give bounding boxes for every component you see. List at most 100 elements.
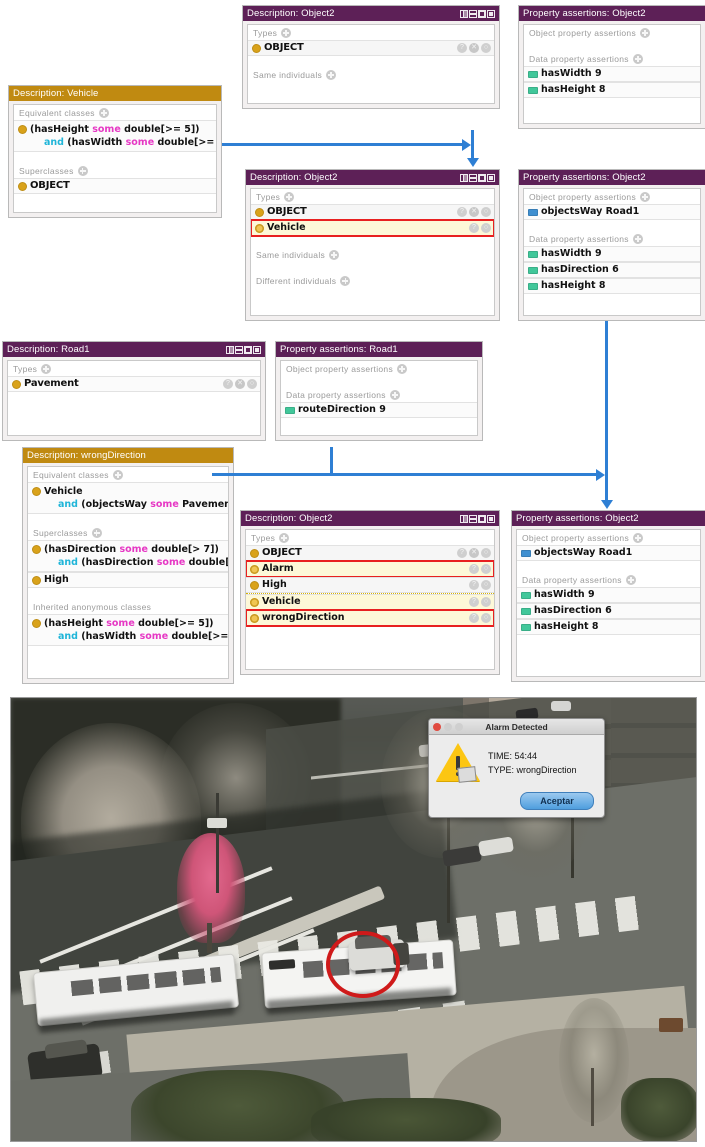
help-icon[interactable]: ? [457, 207, 467, 217]
help-icon[interactable]: ? [469, 613, 479, 623]
maximize-icon[interactable] [478, 514, 486, 523]
object-property-row[interactable]: objectsWay Road1 [517, 545, 700, 561]
add-icon[interactable] [632, 54, 643, 64]
panel-wrongdirection-description[interactable]: Description: wrongDirection Equivalent c… [22, 447, 234, 684]
row-buttons[interactable]: ? ○ [469, 613, 491, 623]
collapse-icon[interactable] [469, 514, 477, 523]
detach-icon[interactable] [487, 9, 495, 18]
edit-icon[interactable]: ○ [247, 379, 257, 389]
type-row-alarm[interactable]: Alarm ? ○ [246, 560, 494, 578]
edit-icon[interactable]: ○ [481, 564, 491, 574]
maximize-icon[interactable] [244, 345, 252, 354]
superclass-row-high[interactable]: High [28, 572, 228, 588]
add-icon[interactable] [279, 533, 290, 543]
delete-icon[interactable]: ✕ [469, 207, 479, 217]
row-buttons[interactable]: ? ✕ ○ [457, 207, 491, 217]
add-icon[interactable] [340, 276, 351, 286]
superclass-row[interactable]: OBJECT [14, 178, 216, 194]
help-icon[interactable]: ? [469, 580, 479, 590]
add-icon[interactable] [281, 28, 292, 38]
split-view-icon[interactable] [460, 9, 468, 18]
add-icon[interactable] [284, 192, 295, 202]
panel-object2-properties-mid[interactable]: Property assertions: Object2 Object prop… [518, 169, 705, 321]
equivalent-class-row[interactable]: (hasHeight some double[>= 5]) and (hasWi… [14, 120, 216, 152]
add-icon[interactable] [389, 390, 400, 400]
accept-button[interactable]: Aceptar [520, 792, 594, 810]
collapse-icon[interactable] [235, 345, 243, 354]
type-row-object[interactable]: OBJECT ? ✕ ○ [251, 204, 494, 220]
row-buttons[interactable]: ? ○ [469, 580, 491, 590]
add-icon[interactable] [98, 108, 109, 118]
equivalent-class-row[interactable]: Vehicle and (objectsWay some Pavement) [28, 482, 228, 514]
type-row-pavement[interactable]: Pavement ? ✕ ○ [8, 376, 260, 392]
type-row-object[interactable]: OBJECT ? ✕ ○ [248, 40, 494, 56]
edit-icon[interactable]: ○ [481, 597, 491, 607]
superclass-row-direction[interactable]: (hasDirection some double[> 7]) and (has… [28, 540, 228, 572]
type-row-vehicle[interactable]: Vehicle ? ○ [251, 219, 494, 237]
collapse-icon[interactable] [469, 9, 477, 18]
add-icon[interactable] [397, 364, 408, 374]
row-buttons[interactable]: ? ○ [469, 597, 491, 607]
delete-icon[interactable]: ✕ [469, 548, 479, 558]
data-property-row[interactable]: hasDirection 6 [524, 262, 700, 278]
add-icon[interactable] [633, 533, 644, 543]
add-icon[interactable] [625, 575, 636, 585]
detach-icon[interactable] [253, 345, 261, 354]
split-view-icon[interactable] [460, 514, 468, 523]
maximize-icon[interactable] [478, 173, 486, 182]
add-icon[interactable] [640, 192, 651, 202]
edit-icon[interactable]: ○ [481, 580, 491, 590]
edit-icon[interactable]: ○ [481, 223, 491, 233]
row-buttons[interactable]: ? ○ [469, 223, 491, 233]
help-icon[interactable]: ? [457, 43, 467, 53]
panel-object2-description-mid[interactable]: Description: Object2 Types OBJECT ? ✕ ○ [245, 169, 500, 321]
help-icon[interactable]: ? [457, 548, 467, 558]
data-property-row[interactable]: routeDirection 9 [281, 402, 477, 418]
add-icon[interactable] [112, 470, 123, 480]
row-buttons[interactable]: ? ○ [469, 564, 491, 574]
collapse-icon[interactable] [469, 173, 477, 182]
data-property-row[interactable]: hasHeight 8 [524, 278, 700, 294]
type-row-wrongdirection[interactable]: wrongDirection ? ○ [246, 609, 494, 627]
edit-icon[interactable]: ○ [481, 207, 491, 217]
add-icon[interactable] [41, 364, 52, 374]
add-icon[interactable] [632, 234, 643, 244]
panel-object2-properties-top[interactable]: Property assertions: Object2 Object prop… [518, 5, 705, 129]
add-icon[interactable] [640, 28, 651, 38]
window-controls[interactable] [454, 514, 495, 523]
help-icon[interactable]: ? [469, 597, 479, 607]
row-buttons[interactable]: ? ✕ ○ [457, 548, 491, 558]
detach-icon[interactable] [487, 514, 495, 523]
window-controls[interactable] [454, 173, 495, 182]
row-buttons[interactable]: ? ✕ ○ [223, 379, 257, 389]
panel-object2-description-top[interactable]: Description: Object2 Types OBJECT ? ✕ ○ [242, 5, 500, 109]
edit-icon[interactable]: ○ [481, 613, 491, 623]
maximize-icon[interactable] [478, 9, 486, 18]
edit-icon[interactable]: ○ [481, 43, 491, 53]
delete-icon[interactable]: ✕ [469, 43, 479, 53]
panel-object2-description-bottom[interactable]: Description: Object2 Types OBJECT ? ✕ ○ [240, 510, 500, 675]
window-controls[interactable] [220, 345, 261, 354]
object-property-row[interactable]: objectsWay Road1 [524, 204, 700, 220]
add-icon[interactable] [326, 70, 337, 80]
help-icon[interactable]: ? [469, 564, 479, 574]
type-row-vehicle[interactable]: Vehicle ? ○ [246, 594, 494, 610]
add-icon[interactable] [77, 166, 88, 176]
alarm-dialog[interactable]: Alarm Detected TIME: 54:44 TYPE: wrongDi… [428, 718, 605, 818]
edit-icon[interactable]: ○ [481, 548, 491, 558]
split-view-icon[interactable] [226, 345, 234, 354]
add-icon[interactable] [329, 250, 340, 260]
detach-icon[interactable] [487, 173, 495, 182]
data-property-row[interactable]: hasHeight 8 [517, 619, 700, 635]
data-property-row[interactable]: hasWidth 9 [517, 587, 700, 603]
type-row-object[interactable]: OBJECT ? ✕ ○ [246, 545, 494, 561]
window-controls[interactable] [454, 9, 495, 18]
panel-object2-properties-bottom[interactable]: Property assertions: Object2 Object prop… [511, 510, 705, 682]
row-buttons[interactable]: ? ✕ ○ [457, 43, 491, 53]
delete-icon[interactable]: ✕ [235, 379, 245, 389]
data-property-row[interactable]: hasWidth 9 [524, 66, 700, 82]
panel-road1-description[interactable]: Description: Road1 Types Pavement ? ✕ ○ [2, 341, 266, 441]
help-icon[interactable]: ? [223, 379, 233, 389]
type-row-high[interactable]: High ? ○ [246, 577, 494, 593]
panel-road1-properties[interactable]: Property assertions: Road1 Object proper… [275, 341, 483, 441]
